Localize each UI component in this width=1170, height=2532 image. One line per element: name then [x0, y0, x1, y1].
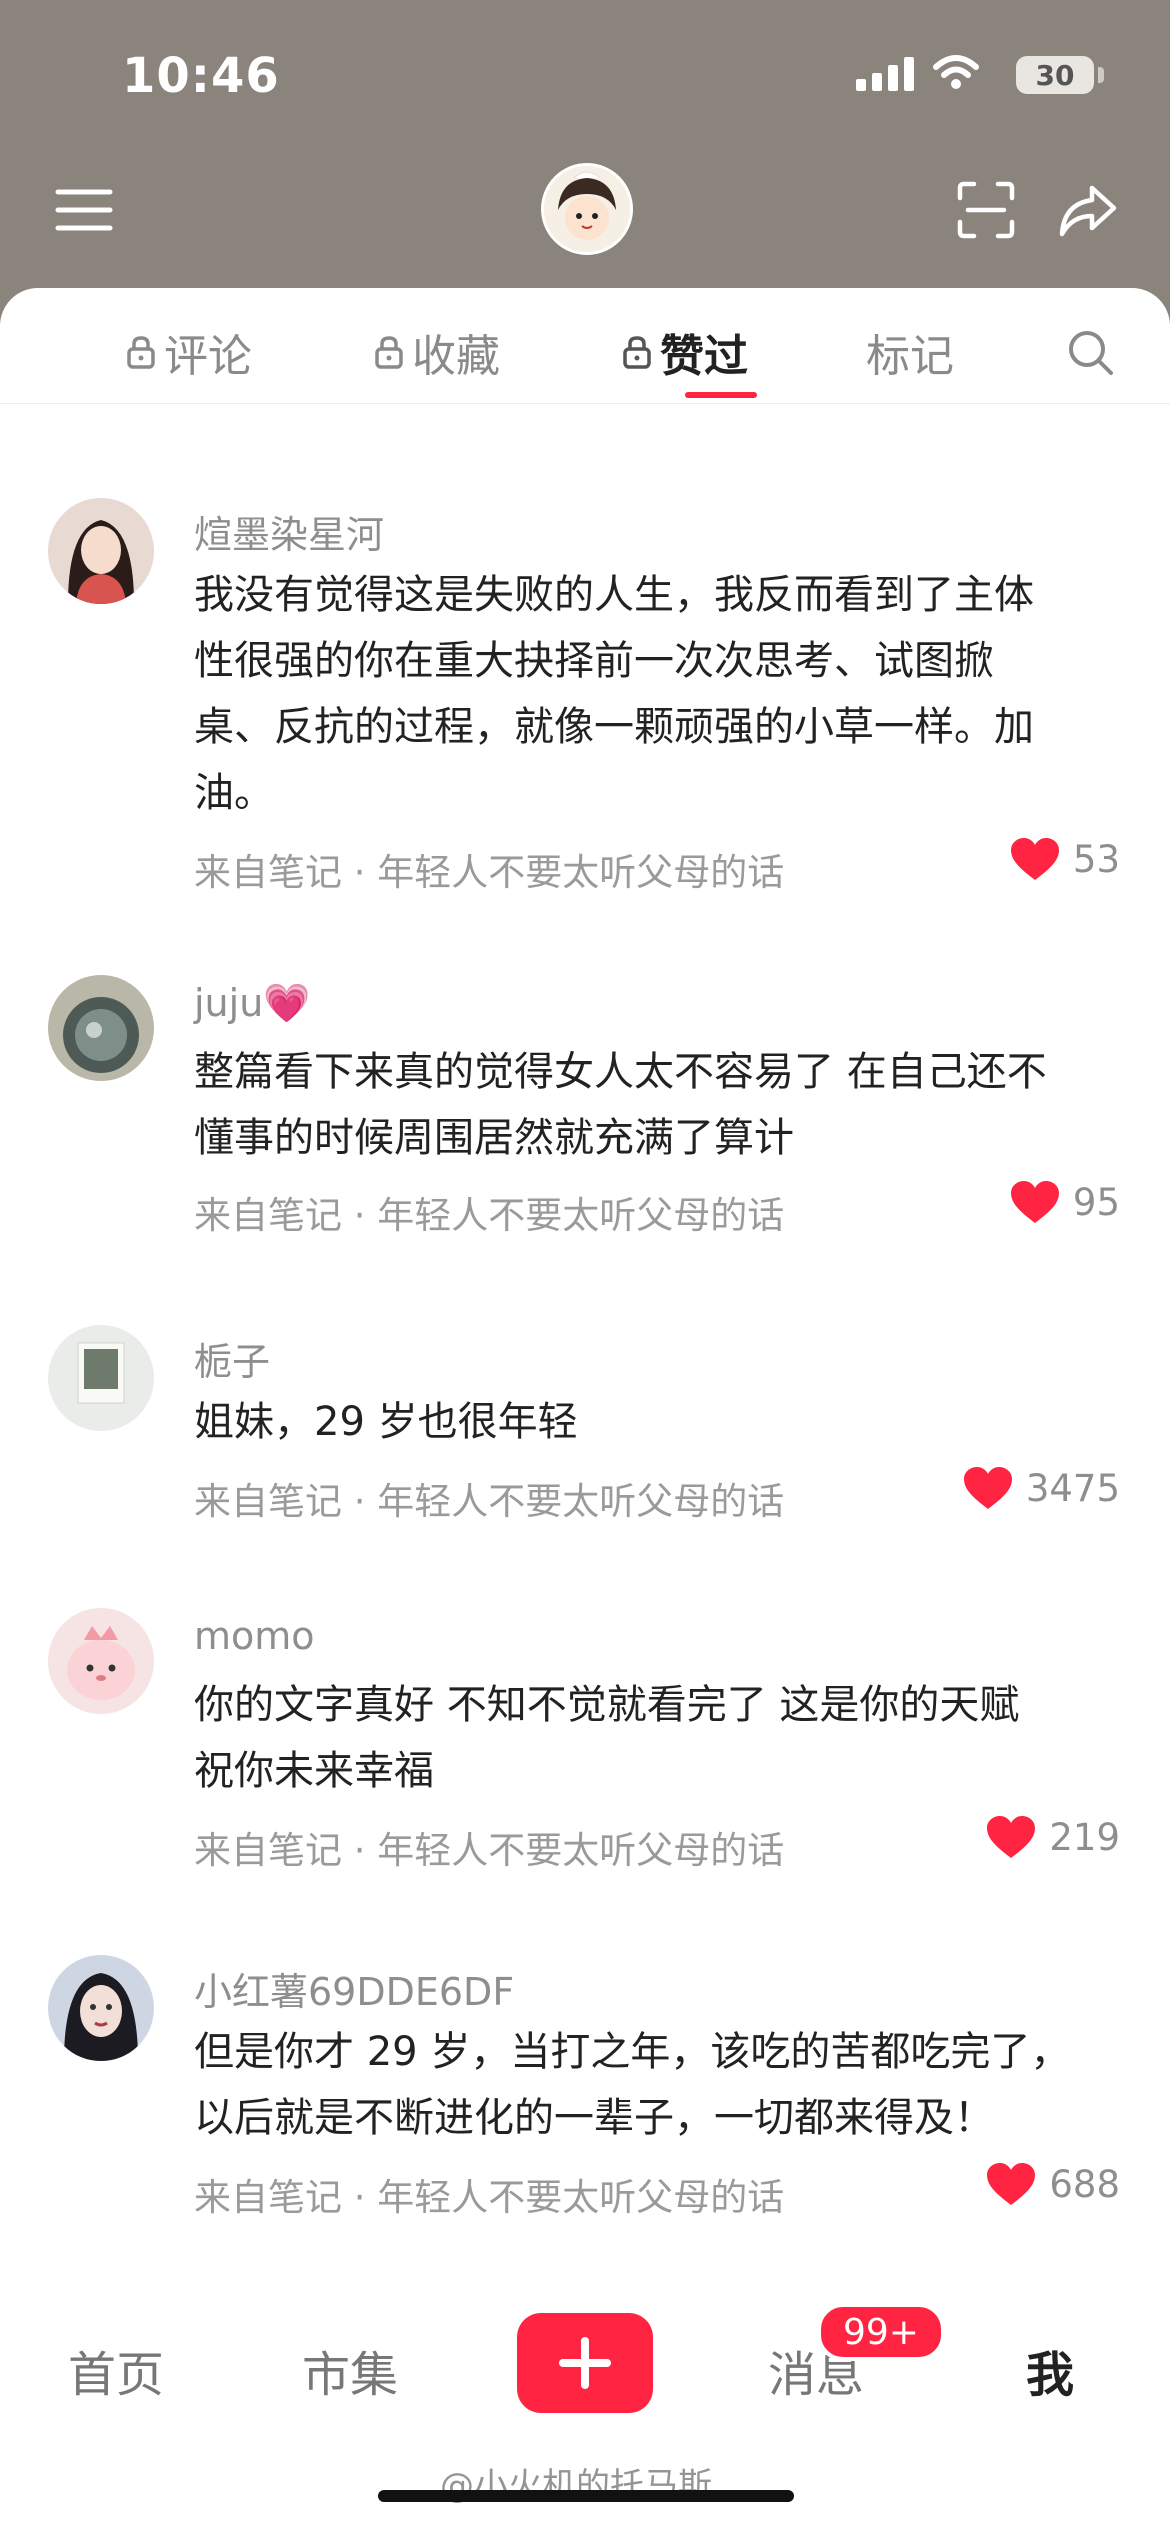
comment-line: 油。 — [194, 770, 274, 816]
tab-label: 评论 — [164, 331, 252, 382]
tab-label: 收藏 — [412, 331, 500, 382]
like-button[interactable]: 219 — [985, 1814, 1120, 1860]
comment-line: 我没有觉得这是失败的人生，我反而看到了主体 — [194, 572, 1034, 618]
unread-badge: 99+ — [817, 2303, 945, 2361]
like-count: 53 — [1072, 837, 1120, 881]
scan-icon[interactable] — [956, 180, 1016, 240]
search-icon[interactable] — [1066, 328, 1114, 376]
like-count: 3475 — [1025, 1466, 1120, 1510]
comment-text: 我没有觉得这是失败的人生，我反而看到了主体 性很强的你在重大抉择前一次次思考、试… — [194, 562, 1114, 826]
avatar[interactable] — [48, 498, 154, 604]
like-button[interactable]: 53 — [1009, 836, 1120, 882]
like-count: 688 — [1049, 2162, 1120, 2206]
bottom-nav: 首页 市集 消息 99+ 我 — [0, 2275, 1170, 2455]
nav-market[interactable]: 市集 — [302, 2335, 398, 2405]
comment-author[interactable]: 栀子 — [194, 1331, 270, 1386]
comment-source[interactable]: 来自笔记 · 年轻人不要太听父母的话 — [194, 2167, 784, 2221]
heart-icon — [1010, 838, 1059, 880]
heart-icon — [963, 1467, 1012, 1509]
like-count: 219 — [1049, 1815, 1120, 1859]
plus-icon — [559, 2337, 611, 2389]
comment-source[interactable]: 来自笔记 · 年轻人不要太听父母的话 — [194, 1471, 784, 1525]
comment-author[interactable]: juju💗 — [194, 981, 311, 1026]
home-indicator[interactable] — [378, 2490, 794, 2502]
comment-source[interactable]: 来自笔记 · 年轻人不要太听父母的话 — [194, 1185, 784, 1239]
comment-source[interactable]: 来自笔记 · 年轻人不要太听父母的话 — [194, 842, 784, 896]
wifi-icon — [933, 55, 979, 89]
nav-me[interactable]: 我 — [1026, 2335, 1074, 2405]
lock-icon — [623, 336, 651, 369]
battery-icon: 30 — [1016, 56, 1094, 94]
avatar[interactable] — [48, 1608, 154, 1714]
avatar[interactable] — [48, 1325, 154, 1431]
heart-icon — [987, 1816, 1036, 1858]
comment-source[interactable]: 来自笔记 · 年轻人不要太听父母的话 — [194, 1820, 784, 1874]
comment-text: 你的文字真好 不知不觉就看完了 这是你的天赋 祝你未来幸福 — [194, 1672, 1114, 1804]
publish-button[interactable] — [517, 2313, 653, 2413]
comment-line: 以后就是不断进化的一辈子，一切都来得及！ — [194, 2095, 994, 2141]
comment-line: 但是你才 29 岁，当打之年，该吃的苦都吃完了， — [194, 2029, 1071, 2075]
tab-marked[interactable]: 标记 — [866, 320, 954, 384]
menu-icon[interactable] — [54, 180, 114, 240]
like-button[interactable]: 688 — [985, 2161, 1120, 2207]
avatar[interactable] — [48, 1955, 154, 2061]
share-icon[interactable] — [1058, 180, 1118, 240]
profile-avatar[interactable] — [541, 163, 633, 255]
comment-line: 你的文字真好 不知不觉就看完了 这是你的天赋 — [194, 1682, 1020, 1728]
comment-text: 姐妹，29 岁也很年轻 — [194, 1389, 1114, 1455]
comment-author[interactable]: momo — [194, 1614, 315, 1658]
heart-icon — [1010, 1181, 1059, 1223]
like-count: 95 — [1072, 1180, 1120, 1224]
like-button[interactable]: 95 — [1009, 1179, 1120, 1225]
status-icons — [856, 55, 980, 91]
profile-tabs: 评论 收藏 赞过 标记 — [0, 288, 1170, 404]
comment-line: 性很强的你在重大抉择前一次次思考、试图掀 — [194, 638, 994, 684]
tab-label: 赞过 — [660, 331, 748, 382]
tab-liked[interactable]: 赞过 — [622, 320, 748, 384]
nav-home[interactable]: 首页 — [68, 2335, 164, 2405]
comment-text: 但是你才 29 岁，当打之年，该吃的苦都吃完了， 以后就是不断进化的一辈子，一切… — [194, 2019, 1114, 2151]
heart-icon — [987, 2163, 1036, 2205]
avatar[interactable] — [48, 975, 154, 1081]
comment-line: 姐妹，29 岁也很年轻 — [194, 1399, 578, 1445]
tab-comments[interactable]: 评论 — [126, 320, 252, 384]
comment-line: 懂事的时候周围居然就充满了算计 — [194, 1115, 794, 1161]
comment-line: 桌、反抗的过程，就像一颗顽强的小草一样。加 — [194, 704, 1034, 750]
tab-favorites[interactable]: 收藏 — [374, 320, 500, 384]
comment-author[interactable]: 煊墨染星河 — [194, 504, 384, 559]
battery-tip — [1098, 67, 1104, 83]
lock-icon — [127, 336, 155, 369]
comment-text: 整篇看下来真的觉得女人太不容易了 在自己还不 懂事的时候周围居然就充满了算计 — [194, 1039, 1114, 1171]
tab-label: 标记 — [866, 331, 954, 382]
lock-icon — [375, 336, 403, 369]
status-time: 10:46 — [122, 48, 280, 104]
comment-line: 祝你未来幸福 — [194, 1748, 434, 1794]
signal-icon — [856, 55, 914, 91]
like-button[interactable]: 3475 — [962, 1465, 1120, 1511]
active-tab-indicator — [685, 392, 757, 398]
header-bar: 10:46 30 — [0, 0, 1170, 330]
comment-author[interactable]: 小红薯69DDE6DF — [194, 1961, 514, 2016]
comment-line: 整篇看下来真的觉得女人太不容易了 在自己还不 — [194, 1049, 1047, 1095]
